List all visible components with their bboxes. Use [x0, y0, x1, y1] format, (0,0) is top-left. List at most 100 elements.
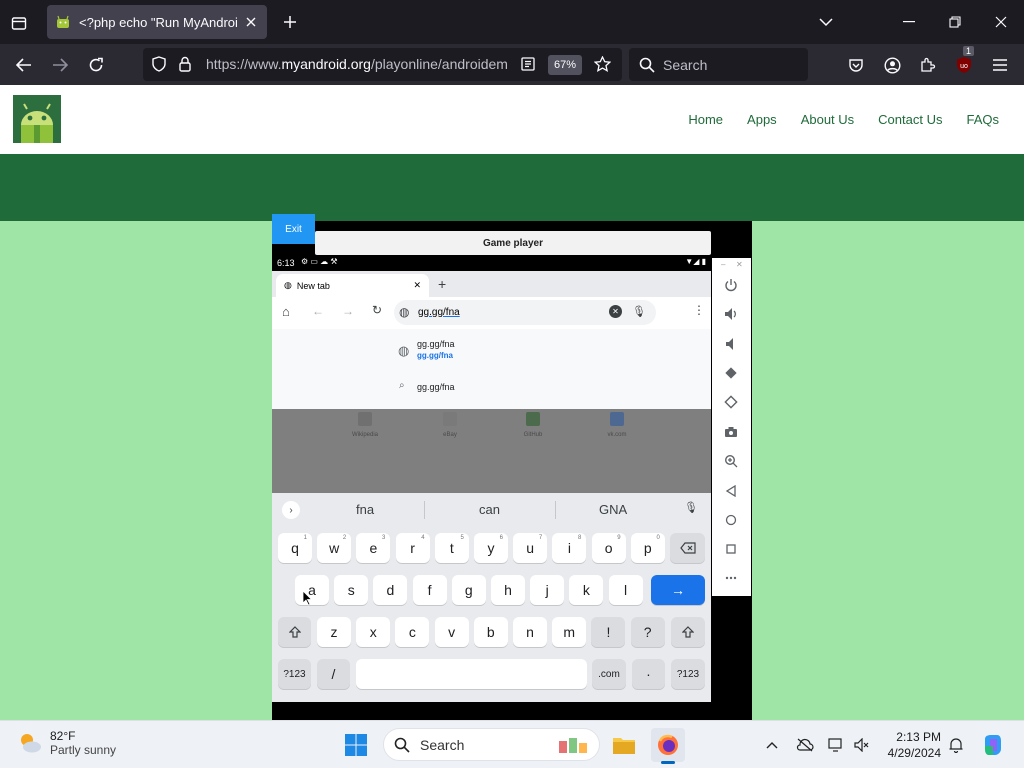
file-explorer-icon[interactable] — [607, 728, 641, 762]
chrome-new-tab[interactable]: ◍ New tab ✕ — [276, 274, 429, 297]
key-question[interactable]: ? — [630, 617, 665, 647]
key-l[interactable]: l — [608, 575, 643, 605]
symbols-key[interactable]: ?123 — [278, 659, 311, 689]
shift-key-right[interactable] — [671, 617, 705, 647]
chrome-omnibox[interactable]: ◍ gg.gg/fna ✕ 🎙 — [394, 300, 656, 325]
copilot-icon[interactable] — [981, 733, 1005, 757]
tray-chevron-icon[interactable] — [763, 736, 781, 754]
url-bar[interactable]: https://www.myandroid.org/playonline/and… — [143, 48, 622, 81]
key-c[interactable]: c — [395, 617, 430, 647]
extensions-puzzle-icon[interactable] — [917, 54, 939, 76]
ublock-shield-icon[interactable]: uo 1 — [953, 46, 975, 76]
taskbar-search[interactable]: Search — [383, 728, 600, 761]
key-p[interactable]: p0 — [630, 533, 665, 563]
new-tab-plus-icon[interactable] — [280, 12, 300, 32]
shortcut-tile[interactable]: vk.com — [597, 412, 637, 438]
key-w[interactable]: w2 — [317, 533, 352, 563]
url-text[interactable]: https://www.myandroid.org/playonline/and… — [206, 56, 511, 72]
key-j[interactable]: j — [530, 575, 565, 605]
close-tab-icon[interactable] — [243, 14, 259, 30]
weather-widget[interactable]: 82°F Partly sunny — [16, 729, 116, 757]
chrome-tab-close-icon[interactable]: ✕ — [413, 280, 421, 291]
display-icon[interactable] — [827, 736, 845, 754]
nav-home-link[interactable]: Home — [688, 112, 723, 127]
list-all-tabs-icon[interactable] — [8, 12, 30, 34]
forward-arrow-icon[interactable] — [49, 54, 71, 76]
taskbar-clock[interactable]: 2:13 PM 4/29/2024 — [883, 729, 941, 761]
rotate-left-icon[interactable] — [723, 365, 739, 381]
nav-apps-link[interactable]: Apps — [747, 112, 777, 127]
backspace-key[interactable] — [670, 533, 705, 563]
panel-minimize-icon[interactable]: – — [721, 260, 725, 269]
camera-icon[interactable] — [723, 424, 739, 440]
key-f[interactable]: f — [412, 575, 447, 605]
volume-up-icon[interactable] — [723, 306, 739, 322]
key-v[interactable]: v — [434, 617, 469, 647]
keyboard-mic-icon[interactable]: 🎙 — [684, 501, 698, 514]
home-circle-icon[interactable] — [723, 512, 739, 528]
chrome-add-tab-icon[interactable]: + — [438, 276, 446, 292]
tab-overflow-chevron-icon[interactable] — [816, 12, 836, 32]
voice-mic-icon[interactable]: 🎙 — [632, 305, 646, 318]
key-n[interactable]: n — [513, 617, 547, 647]
android-screen[interactable]: 6:13 ⚙ ▭ ☁ ⚒ ▼◢ ▮ ◍ New tab ✕ + ⌂ ← → ↻ … — [272, 255, 711, 702]
key-e[interactable]: e3 — [356, 533, 391, 563]
keyboard-suggestion[interactable]: fna — [356, 502, 374, 517]
space-key[interactable] — [356, 659, 587, 689]
key-t[interactable]: t5 — [434, 533, 469, 563]
nav-faqs-link[interactable]: FAQs — [966, 112, 999, 127]
lock-icon[interactable] — [179, 56, 191, 77]
enter-key[interactable]: → — [651, 575, 705, 605]
key-b[interactable]: b — [473, 617, 508, 647]
key-exclamation[interactable]: ! — [591, 617, 626, 647]
expand-chevron-icon[interactable]: › — [282, 501, 300, 519]
hamburger-menu-icon[interactable] — [989, 54, 1011, 76]
volume-down-icon[interactable] — [723, 336, 739, 352]
key-k[interactable]: k — [569, 575, 604, 605]
nav-about-link[interactable]: About Us — [801, 112, 854, 127]
firefox-taskbar-icon[interactable] — [651, 728, 685, 764]
keyboard-suggestion[interactable]: GNA — [599, 502, 627, 517]
zoom-icon[interactable] — [723, 453, 739, 469]
key-h[interactable]: h — [491, 575, 525, 605]
reload-icon[interactable] — [85, 54, 107, 76]
key-i[interactable]: i8 — [552, 533, 587, 563]
zoom-level-badge[interactable]: 67% — [548, 55, 582, 75]
keyboard-suggestion[interactable]: can — [479, 502, 500, 517]
bookmark-star-icon[interactable] — [593, 55, 612, 77]
exit-button[interactable]: Exit — [272, 214, 315, 244]
overview-square-icon[interactable] — [723, 541, 739, 557]
period-key[interactable]: · — [632, 659, 665, 689]
reader-view-icon[interactable] — [521, 57, 535, 76]
dotcom-key[interactable]: .com — [592, 659, 626, 689]
shortcut-tile[interactable]: eBay — [430, 412, 470, 438]
back-triangle-icon[interactable] — [723, 483, 739, 499]
clear-text-icon[interactable]: ✕ — [609, 305, 622, 318]
key-z[interactable]: z — [317, 617, 351, 647]
notification-bell-icon[interactable] — [947, 736, 965, 754]
home-icon[interactable]: ⌂ — [282, 304, 290, 319]
key-o[interactable]: o9 — [591, 533, 626, 563]
key-a[interactable]: a — [295, 575, 329, 605]
key-d[interactable]: d — [373, 575, 408, 605]
tracking-shield-icon[interactable] — [152, 56, 166, 77]
slash-key[interactable]: / — [317, 659, 350, 689]
key-g[interactable]: g — [451, 575, 486, 605]
account-icon[interactable] — [881, 54, 903, 76]
site-logo[interactable] — [13, 95, 61, 143]
key-y[interactable]: y6 — [474, 533, 508, 563]
volume-muted-icon[interactable] — [853, 736, 871, 754]
start-windows-icon[interactable] — [339, 728, 373, 762]
key-x[interactable]: x — [356, 617, 391, 647]
shortcut-tile[interactable]: Wikipedia — [345, 412, 385, 438]
minimize-icon[interactable] — [899, 12, 919, 32]
shortcut-tile[interactable]: GitHub — [513, 412, 553, 438]
omnibox-text[interactable]: gg.gg/fna — [418, 307, 460, 318]
pocket-icon[interactable] — [845, 54, 867, 76]
key-u[interactable]: u7 — [513, 533, 548, 563]
power-icon[interactable] — [723, 277, 739, 293]
browser-tab-active[interactable]: <?php echo "Run MyAndroid"; ?> — [47, 5, 267, 39]
nav-contact-link[interactable]: Contact Us — [878, 112, 942, 127]
key-s[interactable]: s — [334, 575, 369, 605]
symbols-key-right[interactable]: ?123 — [671, 659, 705, 689]
